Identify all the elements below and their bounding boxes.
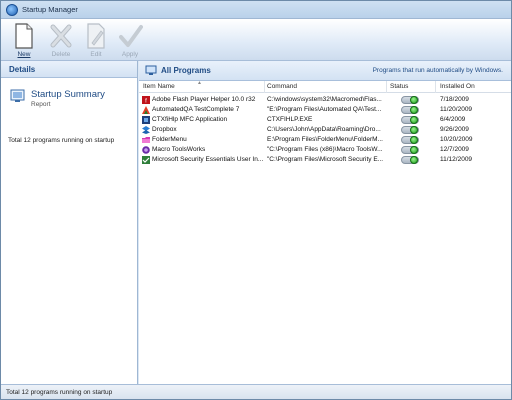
flash-icon: f [142,96,150,104]
dropbox-icon [142,126,150,134]
toggle-knob-icon [410,156,418,164]
status-bar: Total 12 programs running on startup [1,384,511,399]
status-toggle[interactable] [401,96,419,104]
installed-on-cell: 9/26/2009 [440,126,469,133]
table-row[interactable]: Microsoft Security Essentials User In...… [139,155,511,165]
status-toggle[interactable] [401,126,419,134]
delete-button-label: Delete [51,51,71,58]
column-header: ▲ Item Name Command Status Installed On [139,80,511,93]
command-cell: CTXFIHLP.EXE [267,116,313,123]
new-document-icon [15,23,33,49]
programs-pane: All Programs Programs that run automatic… [139,61,511,384]
edit-button-label: Edit [90,51,102,58]
command-cell: E:\Program Files\FolderMenu\FolderM... [267,136,383,143]
col-command[interactable]: Command [267,83,297,90]
status-toggle[interactable] [401,156,419,164]
item-name-cell: AutomatedQA TestComplete 7 [152,106,240,113]
all-programs-title: All Programs [161,66,211,75]
total-programs-text: Total 12 programs running on startup [8,137,115,144]
startup-summary-link[interactable]: Startup Summary [31,89,105,100]
edit-document-icon [87,23,105,49]
toggle-knob-icon [410,96,418,104]
toggle-knob-icon [410,146,418,154]
status-toggle[interactable] [401,146,419,154]
table-row[interactable]: FolderMenu E:\Program Files\FolderMenu\Fo… [139,135,511,145]
summary-subtitle: Report [31,101,51,108]
installed-on-cell: 7/18/2009 [440,96,469,103]
item-name-cell: Dropbox [152,126,177,133]
apply-button[interactable]: Apply [113,20,147,60]
col-status[interactable]: Status [390,83,408,90]
programs-note: Programs that run automatically by Windo… [372,67,503,74]
details-pane: Details Startup Summary Report Total 12 … [1,61,138,384]
installed-on-cell: 12/7/2009 [440,146,469,153]
window-title: Startup Manager [22,5,78,14]
title-bar[interactable]: Startup Manager [1,1,511,19]
table-row[interactable]: CTXfiHlp MFC Application CTXFIHLP.EXE 6/4/… [139,115,511,125]
item-name-cell: Microsoft Security Essentials User In... [152,156,263,163]
app-icon [6,4,18,16]
toggle-knob-icon [410,106,418,114]
folder-icon [142,137,150,143]
column-divider[interactable] [386,81,387,93]
checkmark-icon [119,25,143,47]
toggle-knob-icon [410,136,418,144]
app-icon [142,116,150,124]
command-cell: "C:\Program Files\Microsoft Security E..… [267,156,384,163]
delete-x-icon [50,24,72,48]
table-row[interactable]: AutomatedQA TestComplete 7 "E:\Program Fi… [139,105,511,115]
item-name-cell: Adobe Flash Player Helper 10.0 r32 [152,96,256,103]
details-title: Details [9,65,36,74]
installed-on-cell: 6/4/2009 [440,116,466,123]
delete-button[interactable]: Delete [44,20,78,60]
status-toggle[interactable] [401,136,419,144]
status-text: Total 12 programs running on startup [6,389,113,396]
status-toggle[interactable] [401,106,419,114]
security-icon [142,156,150,164]
toolbar: New Delete Edit Apply [1,19,511,61]
column-divider[interactable] [435,81,436,93]
column-divider[interactable] [264,81,265,93]
apply-button-label: Apply [121,51,139,58]
sort-arrow-icon: ▲ [197,80,202,86]
programs-header: All Programs Programs that run automatic… [139,61,511,81]
macro-icon [142,146,150,154]
status-toggle[interactable] [401,116,419,124]
col-item-name[interactable]: Item Name [143,83,175,90]
edit-button[interactable]: Edit [79,20,113,60]
table-row[interactable]: f Adobe Flash Player Helper 10.0 r32 C:\wi… [139,95,511,105]
table-row[interactable]: Dropbox C:\Users\John\AppData\Roaming\Dro… [139,125,511,135]
col-installed-on[interactable]: Installed On [440,83,475,90]
new-button[interactable]: New [7,20,41,60]
new-button-label: New [17,51,31,58]
computer-icon [145,65,157,75]
installed-on-cell: 10/20/2009 [440,136,473,143]
table-row[interactable]: Macro ToolsWorks "C:\Program Files (x86)\… [139,145,511,155]
item-name-cell: FolderMenu [152,136,187,143]
item-name-cell: Macro ToolsWorks [152,146,206,153]
installed-on-cell: 11/20/2009 [440,106,473,113]
toggle-knob-icon [410,116,418,124]
report-icon[interactable] [10,89,25,103]
details-header: Details [1,61,137,78]
startup-manager-window: Startup Manager New Delete Edit Apply De… [0,0,512,400]
toggle-knob-icon [410,126,418,134]
command-cell: C:\Users\John\AppData\Roaming\Dro... [267,126,381,133]
command-cell: "E:\Program Files\Automated QA\Test... [267,106,382,113]
command-cell: C:\windows\system32\Macromed\Flas... [267,96,382,103]
testcomplete-icon [142,106,150,114]
item-name-cell: CTXfiHlp MFC Application [152,116,228,123]
installed-on-cell: 11/12/2009 [440,156,473,163]
command-cell: "C:\Program Files (x86)\Macro ToolsW... [267,146,383,153]
